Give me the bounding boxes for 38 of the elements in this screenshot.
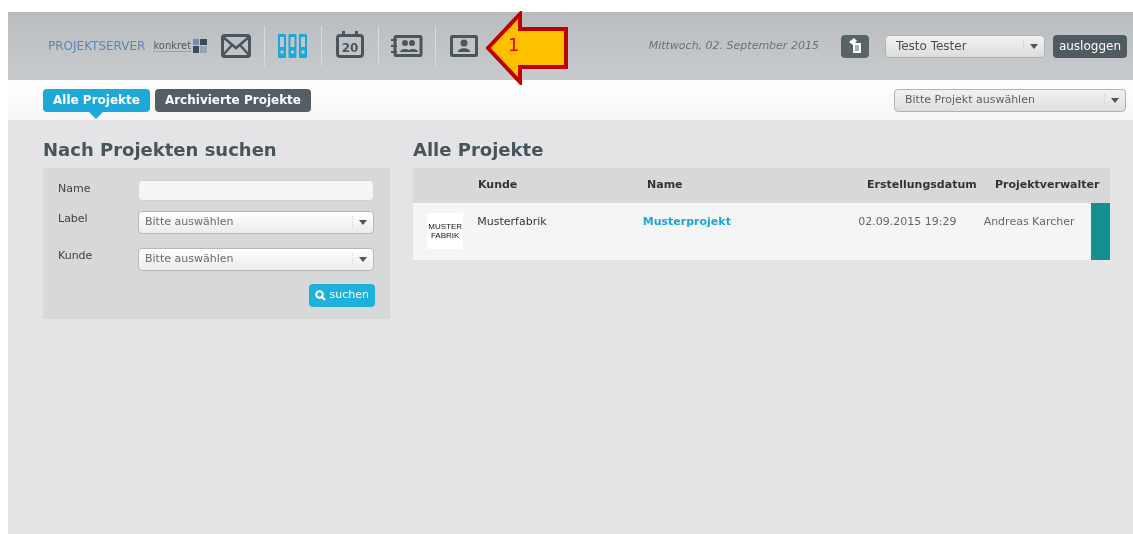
profile-card-icon[interactable]	[450, 35, 479, 57]
mail-icon[interactable]	[220, 34, 251, 58]
column-header: Name	[647, 177, 684, 194]
caret-icon	[1029, 43, 1038, 49]
field-label: Label	[58, 211, 89, 227]
table-cell-text: Andreas Karcher	[983, 214, 1076, 230]
squares-logo-icon	[193, 39, 208, 53]
brand-name: PROJEKTSERVER	[48, 38, 146, 55]
table-row[interactable]: MUSTER FABRIK Musterfabrik Musterprojekt 02.09.2015 19:29 Andreas Karcher	[413, 203, 1110, 260]
contacts-book-icon[interactable]	[391, 35, 424, 57]
column-header: Erstellungsdatum	[867, 177, 978, 194]
user-select[interactable]: Testo Tester	[884, 34, 1045, 58]
select-field[interactable]: Bitte auswählen	[138, 248, 374, 271]
project-select[interactable]: Bitte Projekt auswählen	[894, 88, 1126, 112]
tab[interactable]: Archivierte Projekte	[154, 88, 311, 112]
select-field[interactable]: Bitte auswählen	[138, 211, 374, 234]
tab-pointer	[89, 111, 104, 119]
documents-icon	[847, 38, 862, 54]
table-cell-text: 02.09.2015 19:29	[858, 214, 958, 230]
caret-icon	[359, 220, 367, 225]
field-label: Kunde	[58, 248, 94, 264]
annotation-number: 1	[508, 35, 520, 55]
field-label: Name	[58, 181, 92, 197]
search-icon	[314, 290, 326, 301]
customer-logo: MUSTER FABRIK	[427, 213, 464, 249]
table-cell-text: Musterfabrik	[477, 214, 548, 230]
column-header: Projektverwalter	[995, 177, 1101, 194]
column-header: Kunde	[478, 177, 519, 194]
calendar-icon[interactable]: 20	[336, 34, 365, 58]
date-text: Mittwoch, 02. September 2015	[648, 37, 819, 54]
section-title: Alle Projekte	[413, 138, 545, 162]
documents-button[interactable]	[840, 34, 869, 58]
logout-button[interactable]: ausloggen	[1052, 34, 1127, 58]
section-title: Nach Projekten suchen	[43, 138, 278, 162]
caret-icon	[359, 257, 367, 262]
input-field[interactable]	[138, 180, 374, 201]
caret-icon	[1111, 97, 1119, 103]
brand-logo: konkret	[153, 40, 192, 52]
